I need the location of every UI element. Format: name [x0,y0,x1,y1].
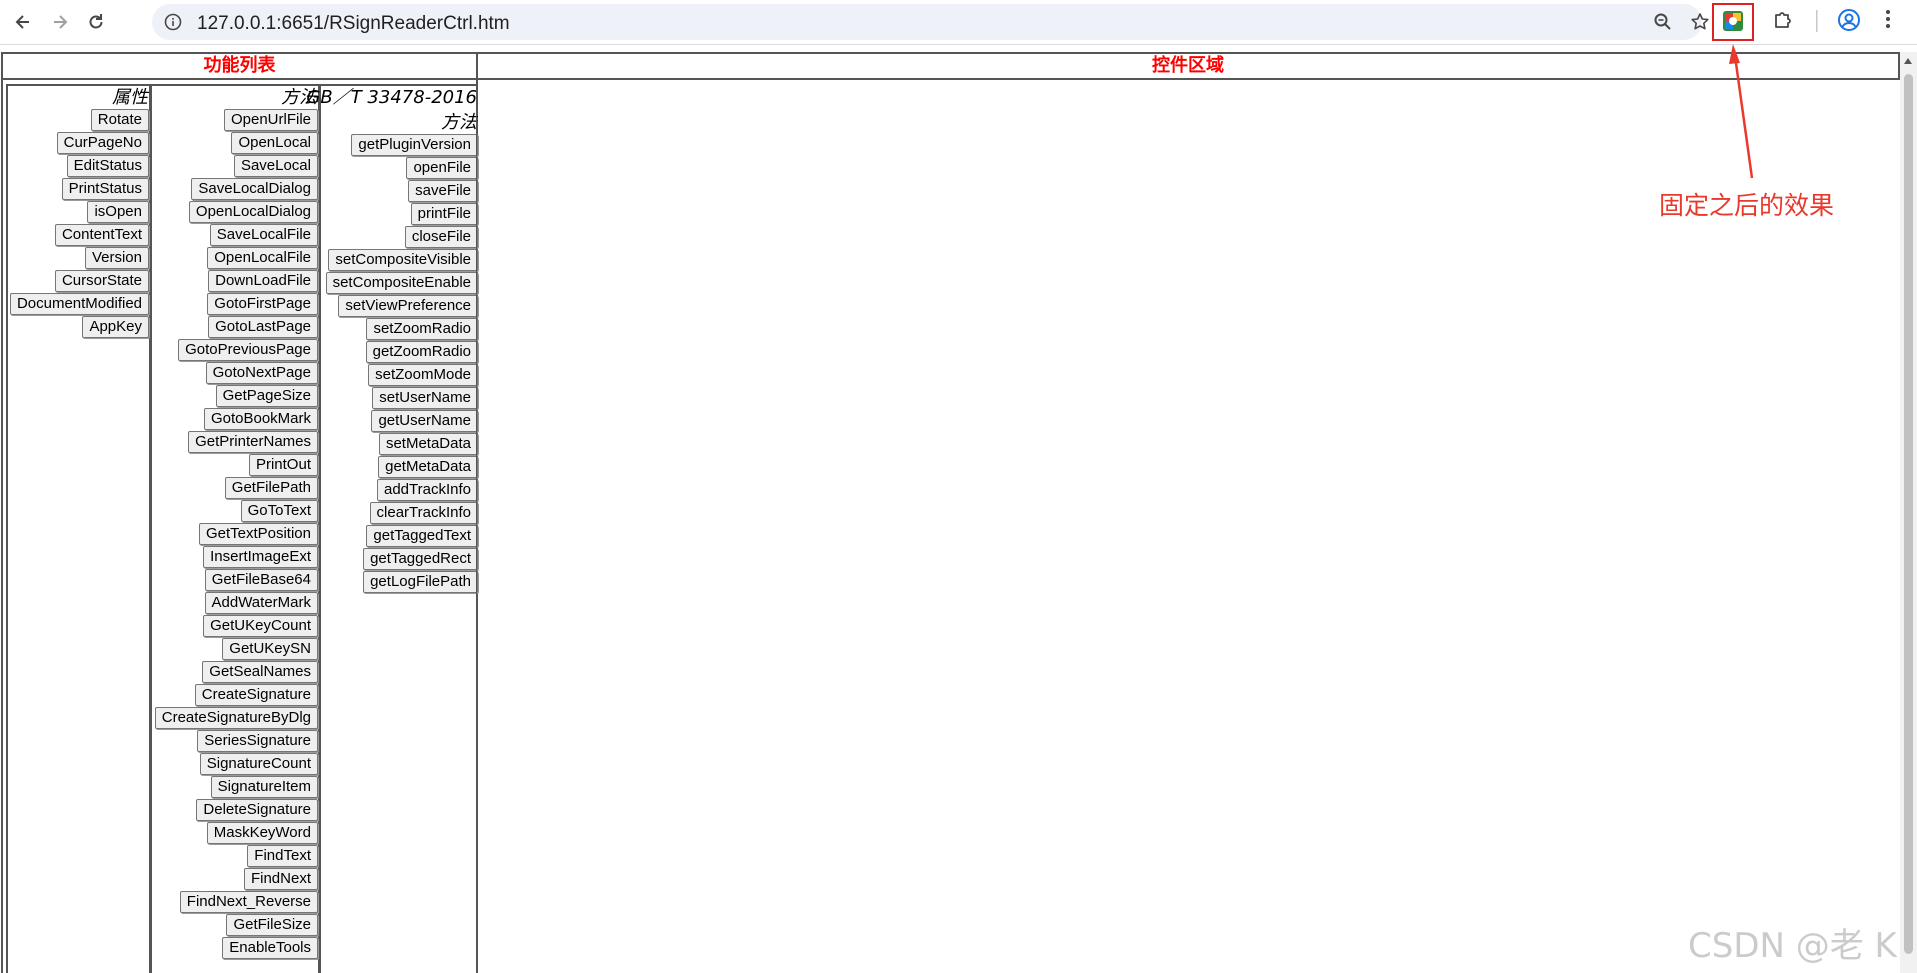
method-button[interactable]: FindNext_Reverse [179,891,318,913]
method-button[interactable]: CreateSignatureByDlg [154,707,318,729]
method-button[interactable]: GotoNextPage [205,362,318,384]
function-list-panel: 属性 Rotate CurPageNo EditStatus PrintStatus i… [1,80,478,973]
gb-standard-title: GB／T 33478-2016 [306,87,477,108]
method-button[interactable]: GetFileBase64 [204,569,318,591]
watermark-text: CSDN @老 K [1688,926,1897,966]
gb-method-button[interactable]: setZoomMode [368,364,478,386]
kebab-menu-icon[interactable] [1884,8,1892,35]
method-button[interactable]: GetPrinterNames [188,431,318,453]
address-bar[interactable]: 127.0.0.1:6651/RSignReaderCtrl.htm [152,4,1709,40]
scrollbar-thumb[interactable] [1904,74,1913,954]
zoom-icon[interactable] [1653,12,1673,37]
property-button[interactable]: Version [84,247,149,269]
property-button[interactable]: CursorState [54,270,149,292]
property-button[interactable]: PrintStatus [61,178,149,200]
method-button[interactable]: GetFilePath [224,477,318,499]
method-button[interactable]: FindText [247,845,318,867]
browser-toolbar: 127.0.0.1:6651/RSignReaderCtrl.htm [0,0,1917,45]
method-button[interactable]: GotoBookMark [203,408,318,430]
gb-method-button[interactable]: saveFile [408,180,478,202]
gb-method-button[interactable]: addTrackInfo [377,479,478,501]
method-button[interactable]: GotoFirstPage [207,293,318,315]
page-content: 功能列表 控件区域 属性 Rotate CurPageNo EditStatus Pr… [0,52,1917,973]
gb-method-button[interactable]: clearTrackInfo [369,502,478,524]
method-button[interactable]: SeriesSignature [197,730,318,752]
function-list-header: 功能列表 [1,52,478,80]
gb-method-button[interactable]: getUserName [371,410,478,432]
url-text[interactable]: 127.0.0.1:6651/RSignReaderCtrl.htm [197,13,510,35]
method-button[interactable]: OpenLocal [231,132,318,154]
gb-methods-title: 方法 [441,112,477,133]
gb-method-button[interactable]: getZoomRadio [365,341,478,363]
method-button[interactable]: SaveLocal [233,155,318,177]
method-button[interactable]: GetSealNames [202,661,318,683]
reload-icon[interactable] [81,7,111,37]
method-button[interactable]: GotoLastPage [208,316,318,338]
method-button[interactable]: DeleteSignature [196,799,318,821]
gb-method-button[interactable]: setCompositeEnable [325,272,478,294]
method-button[interactable]: GetTextPosition [198,523,318,545]
property-button[interactable]: DocumentModified [9,293,149,315]
gb-method-button[interactable]: getLogFilePath [363,571,478,593]
method-button[interactable]: CreateSignature [194,684,318,706]
methods-column: 方法 OpenUrlFile OpenLocal SaveLocal SaveLoca… [150,84,320,973]
gb-method-button[interactable]: setViewPreference [338,295,478,317]
method-button[interactable]: OpenLocalDialog [188,201,318,223]
forward-arrow-icon[interactable] [45,7,75,37]
control-area-header: 控件区域 [476,52,1900,80]
scroll-up-arrow-icon[interactable] [1904,58,1912,64]
gb-method-button[interactable]: getPluginVersion [351,134,478,156]
method-button[interactable]: GetFileSize [226,914,318,936]
gb-method-button[interactable]: setZoomRadio [366,318,478,340]
method-button[interactable]: GetUKeyCount [203,615,318,637]
properties-title: 属性 [112,87,148,108]
method-button[interactable]: GotoPreviousPage [178,339,318,361]
method-button[interactable]: InsertImageExt [203,546,318,568]
profile-icon[interactable] [1837,8,1861,37]
toolbar-separator [1816,10,1818,37]
property-button[interactable]: AppKey [82,316,149,338]
annotation-text: 固定之后的效果 [1659,191,1835,220]
back-arrow-icon[interactable] [8,7,38,37]
gb-method-button[interactable]: getTaggedRect [363,548,478,570]
extension-highlight-box [1712,3,1754,41]
vertical-scrollbar[interactable] [1900,52,1917,973]
method-button[interactable]: OpenUrlFile [223,109,318,131]
method-button[interactable]: GetPageSize [215,385,318,407]
gb-method-button[interactable]: closeFile [404,226,478,248]
method-button[interactable]: GetUKeySN [222,638,318,660]
method-button[interactable]: OpenLocalFile [207,247,318,269]
gb-method-button[interactable]: getTaggedText [366,525,478,547]
gb-method-button[interactable]: setMetaData [378,433,478,455]
method-button[interactable]: PrintOut [248,454,318,476]
method-button[interactable]: FindNext [243,868,318,890]
star-icon[interactable] [1690,12,1710,37]
gb-method-button[interactable]: printFile [410,203,478,225]
method-button[interactable]: DownLoadFile [208,270,318,292]
method-button[interactable]: SaveLocalFile [209,224,318,246]
method-button[interactable]: EnableTools [222,937,318,959]
method-button[interactable]: SignatureItem [210,776,318,798]
puzzle-icon[interactable] [1772,8,1794,35]
property-button[interactable]: ContentText [54,224,149,246]
properties-column: 属性 Rotate CurPageNo EditStatus PrintStatus i… [6,84,151,973]
gb-method-button[interactable]: openFile [406,157,478,179]
method-button[interactable]: AddWaterMark [204,592,318,614]
method-button[interactable]: GoToText [240,500,318,522]
gb-method-button[interactable]: setUserName [372,387,478,409]
property-button[interactable]: isOpen [87,201,149,223]
method-button[interactable]: SaveLocalDialog [191,178,318,200]
site-info-icon[interactable] [164,13,182,36]
gb-methods-column: GB／T 33478-2016 方法 getPluginVersion openF… [306,84,478,973]
property-button[interactable]: EditStatus [66,155,149,177]
method-button[interactable]: SignatureCount [199,753,318,775]
gb-method-button[interactable]: getMetaData [378,456,478,478]
gb-method-button[interactable]: setCompositeVisible [328,249,478,271]
method-button[interactable]: MaskKeyWord [206,822,318,844]
property-button[interactable]: CurPageNo [56,132,149,154]
property-button[interactable]: Rotate [90,109,149,131]
